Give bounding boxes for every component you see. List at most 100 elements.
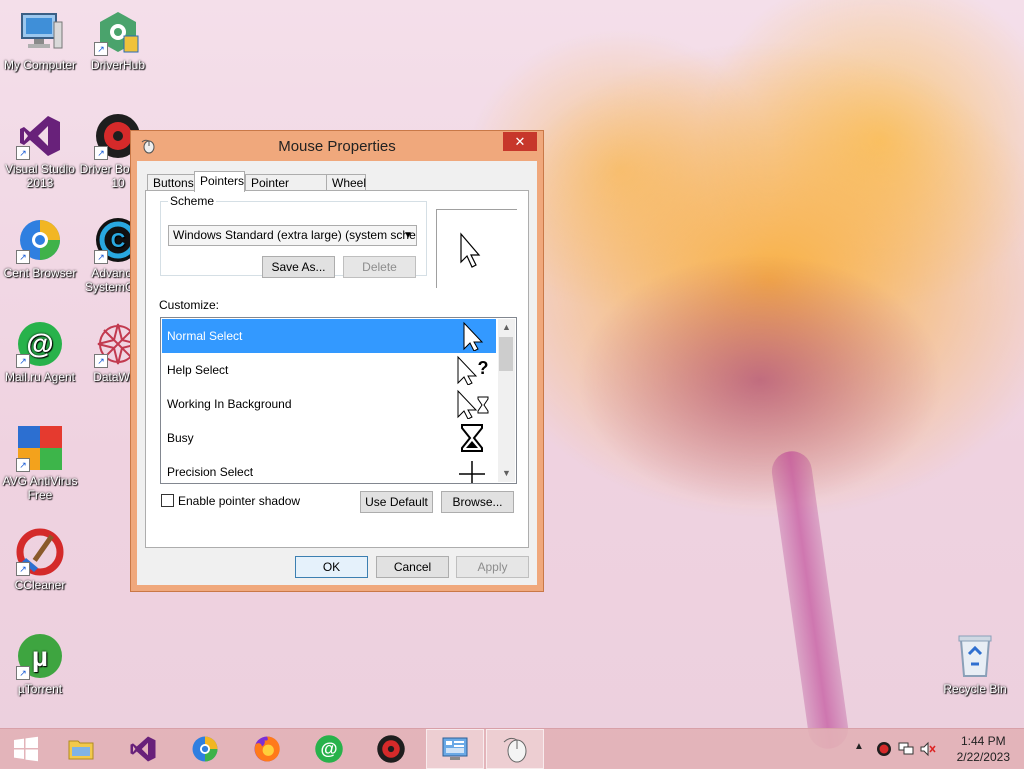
chevron-down-icon: ▼ [403,230,413,241]
use-default-button[interactable]: Use Default [360,491,433,513]
ccleaner-icon: ↗ [16,528,64,576]
clock[interactable]: 1:44 PM 2/22/2023 [957,733,1010,765]
taskbar-firefox[interactable] [241,729,293,769]
desktop-icon-my-computer[interactable]: My Computer [0,8,80,72]
shortcut-arrow-icon: ↗ [16,666,30,680]
delete-button[interactable]: Delete [343,256,416,278]
driverhub-icon: ↗ [94,8,142,56]
scheme-legend: Scheme [168,194,217,208]
desktop-icon-label: Recycle Bin [943,682,1007,696]
system-tray: ▲ 1:44 PM 2/22/2023 [854,729,1024,769]
desktop-icon-utorrent[interactable]: µ ↗ µTorrent [0,632,80,696]
computer-icon [16,8,64,56]
mailru-agent-icon: @ ↗ [16,320,64,368]
show-hidden-icons-icon[interactable]: ▲ [854,741,870,757]
desktop-icon-ccleaner[interactable]: ↗ CCleaner [0,528,80,592]
scroll-down-icon[interactable]: ▼ [498,465,515,482]
pointer-shadow-checkbox[interactable]: Enable pointer shadow [161,494,300,508]
desktop-icon-visual-studio[interactable]: ↗ Visual Studio 2013 [0,112,80,190]
shortcut-arrow-icon: ↗ [16,146,30,160]
tab-pointer-options[interactable]: Pointer Options [245,174,327,207]
desktop-icon-label: My Computer [3,58,77,72]
working-cursor-icon [454,389,490,420]
svg-text:µ: µ [32,641,48,672]
mouse-properties-dialog: Mouse Properties ✕ Buttons Pointers Poin… [130,130,544,592]
taskbar-driver-booster[interactable] [365,729,417,769]
clock-date: 2/22/2023 [956,750,1010,764]
visual-studio-icon: ↗ [16,112,64,160]
taskbar-mailru-agent[interactable]: @ [303,729,355,769]
pointer-list[interactable]: Normal Select Help Select ? Working In B… [160,317,517,484]
desktop-icon-mailru-agent[interactable]: @ ↗ Mail.ru Agent [0,320,80,384]
utorrent-icon: µ ↗ [16,632,64,680]
close-button[interactable]: ✕ [503,132,537,151]
apply-button[interactable]: Apply [456,556,529,578]
start-button[interactable] [0,729,52,769]
svg-text:@: @ [26,328,53,359]
desktop-icon-recycle-bin[interactable]: Recycle Bin [935,632,1015,696]
crosshair-icon [454,457,490,483]
vertical-scrollbar[interactable]: ▲ ▼ [498,319,515,482]
pointers-tab-panel: Scheme Windows Standard (extra large) (s… [145,190,529,548]
recycle-bin-icon [951,632,999,680]
shortcut-arrow-icon: ↗ [94,250,108,264]
desktop-icon-label: µTorrent [17,682,63,696]
cursor-preview [436,209,517,288]
desktop-icon-label: CCleaner [14,578,66,592]
control-panel-icon [442,737,468,760]
save-as-button[interactable]: Save As... [262,256,335,278]
pointer-name: Help Select [167,363,229,377]
taskbar-mouse-properties[interactable] [486,729,544,769]
checkbox-box[interactable] [161,494,174,507]
tab-pointers[interactable]: Pointers [194,171,245,192]
pointer-shadow-label: Enable pointer shadow [178,494,301,508]
list-item[interactable]: Working In Background [162,387,496,421]
scheme-dropdown[interactable]: Windows Standard (extra large) (system s… [168,225,417,246]
tab-buttons[interactable]: Buttons [147,174,195,191]
browse-button[interactable]: Browse... [441,491,514,513]
taskbar-file-explorer[interactable] [55,729,107,769]
pointer-name: Precision Select [167,465,254,479]
list-item[interactable]: Busy [162,421,496,455]
shortcut-arrow-icon: ↗ [16,250,30,264]
network-icon[interactable] [898,741,914,757]
pointer-name: Normal Select [167,329,243,343]
pointer-name: Working In Background [167,397,292,411]
file-explorer-icon [68,740,94,760]
arrow-cursor-icon [454,321,490,352]
desktop-icon-avg-antivirus[interactable]: ↗ AVG AntiVirus Free [0,424,80,502]
dialog-title: Mouse Properties [278,138,396,155]
start-icon [14,736,38,762]
list-item[interactable]: Precision Select [162,455,496,483]
desktop-icon-label: Cent Browser [3,266,77,280]
desktop-icon-cent-browser[interactable]: ↗ Cent Browser [0,216,80,280]
desktop-icon-label: AVG AntiVirus Free [2,474,78,502]
list-item[interactable]: Help Select ? [162,353,496,387]
firefox-icon [254,736,280,762]
taskbar-visual-studio[interactable] [117,729,169,769]
cancel-button[interactable]: Cancel [376,556,449,578]
taskbar-cent-browser[interactable] [179,729,231,769]
taskbar-control-panel[interactable] [426,729,484,769]
shortcut-arrow-icon: ↗ [16,458,30,472]
volume-muted-icon[interactable] [920,741,936,757]
driver-booster-icon [377,735,405,763]
mouse-icon [503,737,527,763]
ok-button[interactable]: OK [295,556,368,578]
desktop-icon-driverhub[interactable]: ↗ DriverHub [78,8,158,72]
dialog-title-bar[interactable]: Mouse Properties ✕ [131,131,543,161]
list-item[interactable]: Normal Select [162,319,496,353]
cent-browser-icon [192,736,218,762]
avg-antivirus-icon: ↗ [16,424,64,472]
shortcut-arrow-icon: ↗ [16,562,30,576]
shortcut-arrow-icon: ↗ [94,146,108,160]
scroll-thumb[interactable] [499,337,513,371]
scroll-up-icon[interactable]: ▲ [498,319,515,336]
desktop-icon-label: Mail.ru Agent [4,370,76,384]
driver-booster-tray-icon[interactable] [876,741,892,757]
hourglass-icon [454,423,490,453]
shortcut-arrow-icon: ↗ [94,42,108,56]
tab-wheel[interactable]: Wheel [326,174,366,191]
taskbar: @ ▲ 1:44 PM 2/22/2023 [0,728,1024,769]
svg-text:@: @ [320,739,337,759]
